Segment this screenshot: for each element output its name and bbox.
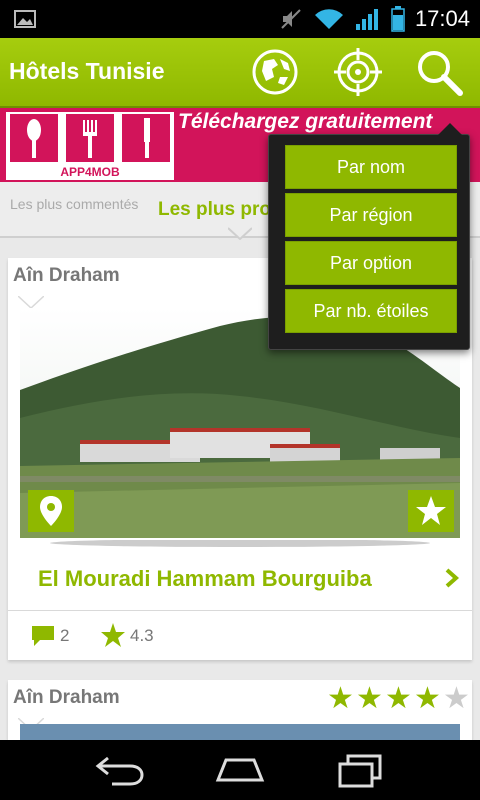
search-by-name[interactable]: Par nom [285, 145, 457, 189]
search-dropdown: Par nom Par région Par option Par nb. ét… [268, 123, 470, 350]
hotel-photo[interactable] [20, 724, 460, 740]
target-location-icon[interactable] [333, 47, 383, 97]
photo-shadow [50, 540, 430, 547]
star-icon: ★ [356, 682, 383, 715]
navigation-bar [0, 740, 480, 800]
star-rating: ★ ★ ★ ★ ★ [326, 684, 471, 714]
hotel-name[interactable]: El Mouradi Hammam Bourguiba [38, 566, 372, 592]
action-bar: Hôtels Tunisie [0, 38, 480, 108]
mute-icon [281, 9, 301, 29]
star-icon: ★ [385, 682, 412, 715]
rating-star-icon [101, 623, 125, 647]
star-icon: ★ [327, 682, 354, 715]
app4mob-logo: APP4MOB [6, 112, 174, 180]
tab-indicator [228, 227, 252, 240]
map-pin-icon [40, 496, 62, 526]
wifi-icon [314, 9, 343, 29]
star-icon: ★ [414, 682, 441, 715]
comment-count: 2 [60, 626, 70, 645]
search-by-option[interactable]: Par option [285, 241, 457, 285]
search-by-stars[interactable]: Par nb. étoiles [285, 289, 457, 333]
banner-text: Téléchargez gratuitement [178, 110, 433, 133]
card-divider [8, 610, 472, 611]
star-empty-icon: ★ [443, 682, 470, 715]
favorite-button[interactable] [408, 490, 454, 532]
search-icon[interactable] [414, 47, 464, 97]
back-icon[interactable] [92, 752, 148, 788]
rating-value: 4.3 [130, 626, 154, 645]
tab-most-commented[interactable]: Les plus commentés [10, 196, 138, 212]
clock: 17:04 [414, 6, 470, 31]
search-by-region[interactable]: Par région [285, 193, 457, 237]
signal-icon [355, 9, 378, 30]
dropdown-arrow [438, 123, 462, 135]
star-icon [416, 496, 446, 525]
image-icon [14, 10, 36, 28]
battery-icon [391, 6, 405, 32]
svg-text:APP4MOB: APP4MOB [60, 165, 120, 179]
hotel-card[interactable]: Aîn Draham ★ ★ ★ ★ ★ [8, 680, 472, 740]
hotel-region: Aîn Draham [13, 265, 120, 286]
app-title: Hôtels Tunisie [9, 58, 165, 84]
chevron-right-icon[interactable] [444, 567, 460, 595]
globe-map-icon[interactable] [250, 47, 300, 97]
hotel-region: Aîn Draham [13, 687, 120, 708]
recent-apps-icon[interactable] [332, 752, 388, 788]
comment-icon [32, 626, 54, 646]
map-pin-button[interactable] [28, 490, 74, 532]
status-bar: 17:04 [0, 0, 480, 38]
home-icon[interactable] [212, 752, 268, 788]
